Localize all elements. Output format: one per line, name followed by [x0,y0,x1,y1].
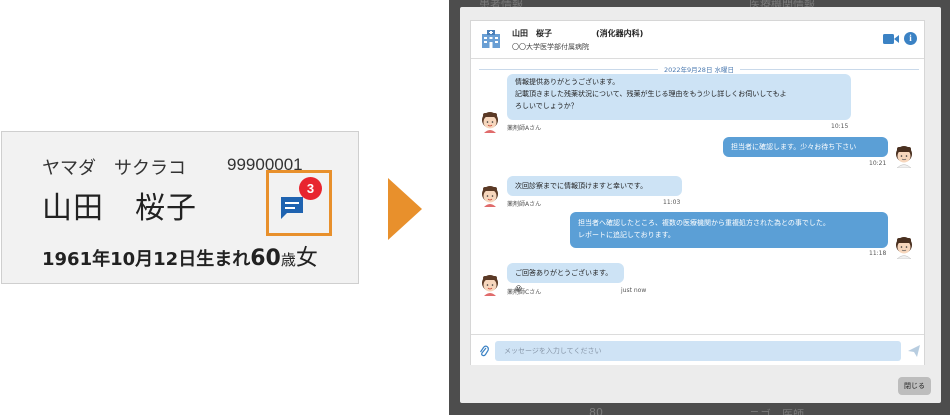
bg-footer-right: ニゴ 医師 [749,408,804,415]
age-unit: 歳 [280,251,296,269]
patient-card: ヤマダ サクラコ 99900001 山田 桜子 1961年10月12日生まれ60… [1,131,359,284]
message-input-bar [471,334,924,365]
video-call-icon[interactable] [883,34,899,44]
patient-dob: 1961年10月12日生まれ [42,249,251,270]
message-bubble-out: 担当者へ確認したところ、複数の医療機関から重複処方された為との事でした。 レポー… [570,212,888,248]
message-time: 10:15 [831,123,849,130]
unread-count-badge: 3 [299,177,322,200]
attachment-icon[interactable] [479,345,489,357]
message-bubble-out: 担当者に確認します。少々お待ち下さい [723,137,888,157]
message-time: 10:21 [869,160,887,167]
patient-demographics: 1961年10月12日生まれ60歳女 [42,240,318,272]
patient-sex: 女 [295,246,318,271]
message-time: 11:03 [663,199,681,206]
chat-header: 山田 桜子 (消化器内科) 〇〇大学医学部付属病院 i [471,21,924,59]
pharmacist-avatar [479,183,501,207]
date-separator-label: 2022年9月28日 水曜日 [657,64,741,74]
staff-avatar [893,235,915,260]
staff-avatar [893,144,915,169]
chat-patient-name: 山田 桜子 [512,29,552,38]
chat-panel: 山田 桜子 (消化器内科) 〇〇大学医学部付属病院 i 2022年9月28日 水… [470,20,925,365]
message-bubble-in: 次回診察までに情報頂けますと幸いです。 [507,176,682,196]
patient-name: 山田 桜子 [42,191,197,226]
chat-bubble-icon [281,197,303,219]
chat-open-button[interactable]: 3 [266,170,332,236]
screenshot-stage: ヤマダ サクラコ 99900001 山田 桜子 1961年10月12日生まれ60… [0,0,950,415]
message-bubble-in: 情報提供ありがとうございます。 記載頂きました残薬状況について、残薬が生じる理由… [507,74,851,120]
chat-hospital-name: 〇〇大学医学部付属病院 [512,43,589,51]
patient-age: 60 [250,246,281,271]
message-time: just now [621,287,647,294]
send-icon[interactable] [908,345,920,357]
chat-department: (消化器内科) [596,29,644,38]
message-sender: 薬剤師Aさん [507,125,542,132]
message-input[interactable] [495,341,901,361]
hospital-icon [482,30,500,48]
info-icon[interactable]: i [904,32,917,45]
close-button[interactable]: 閉じる [898,377,931,395]
message-sender: 薬剤師Cさん [507,289,542,296]
message-time: 11:18 [869,250,887,257]
arrow-right-icon [388,178,422,240]
message-sender: 薬剤師Aさん [507,201,542,208]
patient-kana-name: ヤマダ サクラコ [42,158,186,179]
pharmacist-avatar [479,109,501,133]
message-bubble-in: ご回答ありがとうございます。😀 [507,263,624,293]
bg-footer-left: 80 [589,406,603,415]
pharmacist-avatar [479,272,501,296]
date-separator: 2022年9月28日 水曜日 [479,64,919,74]
